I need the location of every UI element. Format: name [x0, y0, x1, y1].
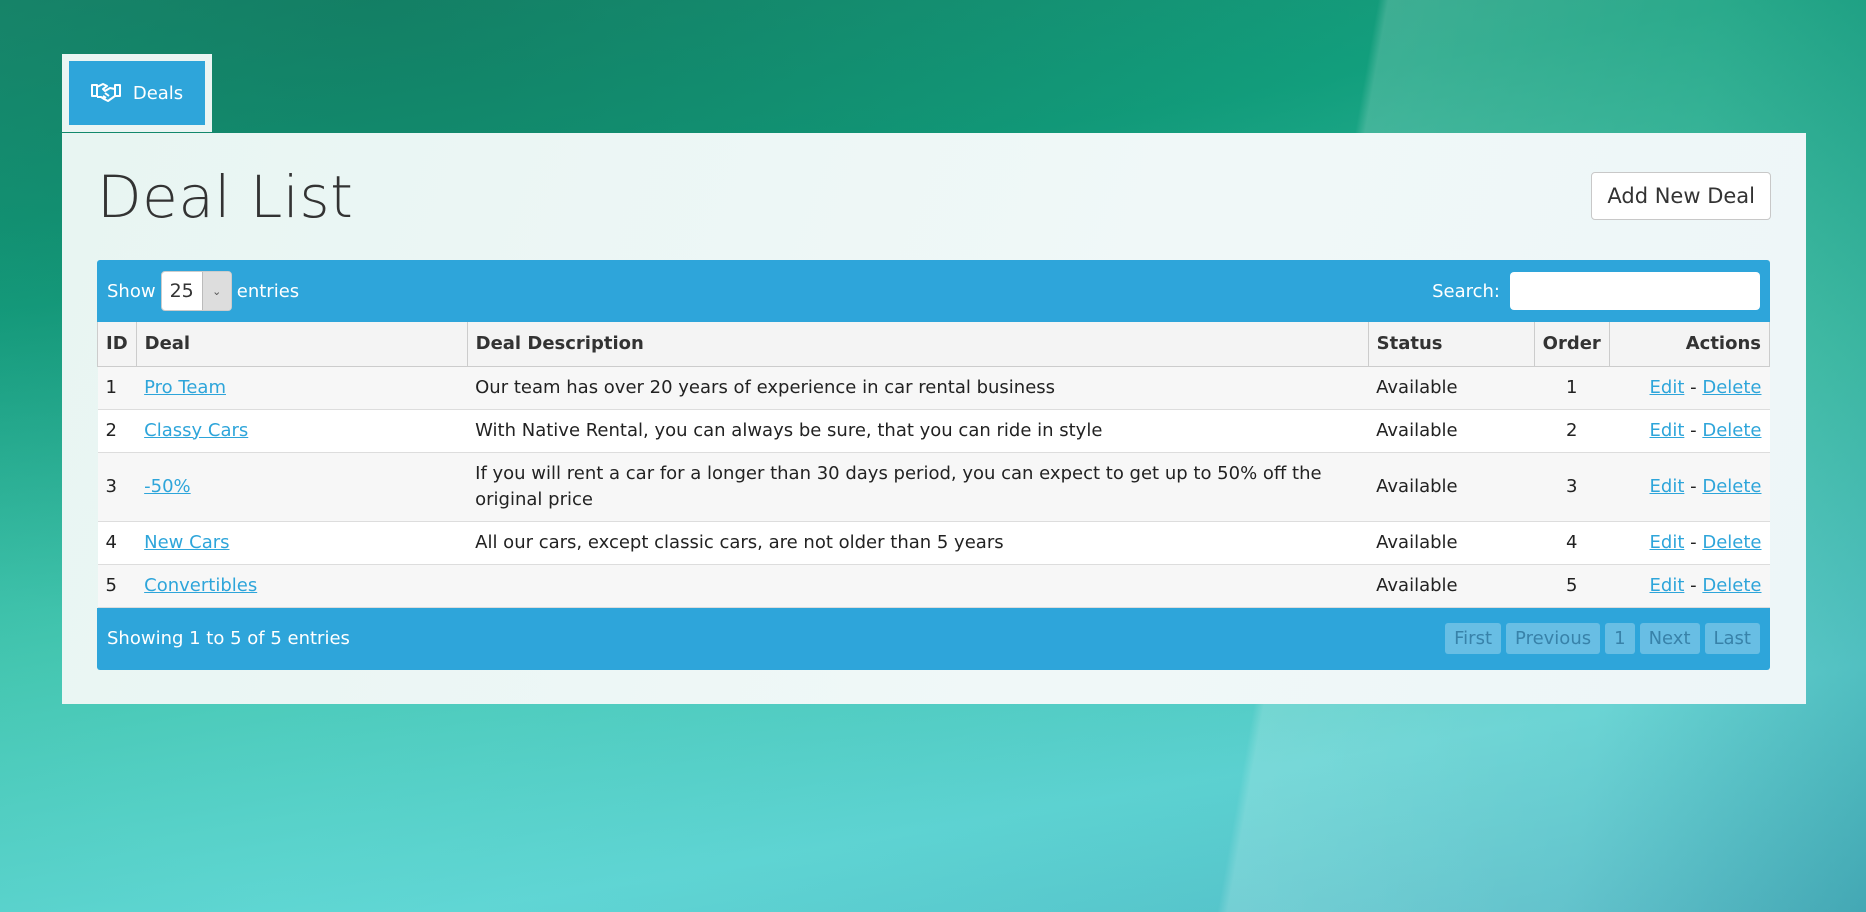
cell-actions: Edit - Delete	[1609, 366, 1770, 410]
cell-description: Our team has over 20 years of experience…	[467, 366, 1369, 410]
pagination-first[interactable]: First	[1445, 623, 1502, 654]
cell-order: 1	[1534, 366, 1610, 410]
column-header-deal[interactable]: Deal	[135, 322, 468, 367]
edit-link[interactable]: Edit	[1650, 532, 1685, 553]
action-separator: -	[1690, 574, 1697, 596]
page-length-value: 25	[169, 280, 194, 302]
deals-table-wrapper: Show 25 ⌄ entries Search: ID Deal Deal D…	[97, 260, 1771, 670]
delete-link[interactable]: Delete	[1702, 377, 1761, 398]
cell-order: 5	[1534, 564, 1610, 608]
pagination-last[interactable]: Last	[1704, 623, 1760, 654]
nav-tab-container: Deals	[62, 54, 212, 132]
cell-id: 3	[97, 452, 137, 522]
chevron-down-icon: ⌄	[201, 272, 231, 310]
column-header-description[interactable]: Deal Description	[466, 322, 1369, 367]
delete-link[interactable]: Delete	[1702, 532, 1761, 553]
cell-order: 3	[1534, 452, 1610, 522]
page-title: Deal List	[97, 163, 354, 231]
cell-id: 1	[97, 366, 137, 410]
edit-link[interactable]: Edit	[1650, 377, 1685, 398]
delete-link[interactable]: Delete	[1702, 476, 1761, 497]
delete-link[interactable]: Delete	[1702, 575, 1761, 596]
page-length-control: Show 25 ⌄ entries	[107, 271, 299, 311]
cell-status: Available	[1368, 564, 1535, 608]
show-label: Show	[107, 280, 156, 302]
cell-status: Available	[1368, 452, 1535, 522]
action-separator: -	[1690, 419, 1697, 441]
deal-link[interactable]: Pro Team	[144, 377, 226, 398]
table-row: 2 Classy Cars With Native Rental, you ca…	[97, 409, 1770, 453]
cell-id: 2	[97, 409, 137, 453]
deal-link[interactable]: New Cars	[144, 532, 229, 553]
cell-order: 2	[1534, 409, 1610, 453]
delete-link[interactable]: Delete	[1702, 420, 1761, 441]
cell-order: 4	[1534, 521, 1610, 565]
action-separator: -	[1690, 475, 1697, 497]
table-info: Showing 1 to 5 of 5 entries	[107, 628, 350, 649]
column-header-order[interactable]: Order	[1533, 322, 1610, 367]
cell-actions: Edit - Delete	[1609, 521, 1770, 565]
table-header-row: ID Deal Deal Description Status Order Ac…	[97, 322, 1771, 367]
pagination-previous[interactable]: Previous	[1506, 623, 1601, 654]
pagination: First Previous 1 Next Last	[1445, 623, 1760, 654]
deals-table: ID Deal Deal Description Status Order Ac…	[97, 322, 1771, 608]
cell-description: If you will rent a car for a longer than…	[467, 452, 1369, 522]
column-header-actions: Actions	[1608, 322, 1771, 367]
cell-id: 5	[97, 564, 137, 608]
cell-id: 4	[97, 521, 137, 565]
add-new-deal-button[interactable]: Add New Deal	[1591, 172, 1771, 220]
edit-link[interactable]: Edit	[1650, 575, 1685, 596]
cell-description: With Native Rental, you can always be su…	[467, 409, 1369, 453]
table-controls: Show 25 ⌄ entries Search:	[97, 260, 1770, 322]
table-row: 5 Convertibles Available 5 Edit - Delete	[97, 564, 1770, 608]
pagination-page-1[interactable]: 1	[1605, 623, 1635, 654]
cell-actions: Edit - Delete	[1609, 452, 1770, 522]
nav-tab-deals[interactable]: Deals	[69, 61, 205, 125]
column-header-status[interactable]: Status	[1367, 322, 1535, 367]
main-panel: Deal List Add New Deal Show 25 ⌄ entries…	[62, 133, 1806, 704]
table-row: 1 Pro Team Our team has over 20 years of…	[97, 366, 1770, 410]
cell-description: All our cars, except classic cars, are n…	[467, 521, 1369, 565]
column-header-id[interactable]: ID	[97, 322, 137, 367]
cell-actions: Edit - Delete	[1609, 564, 1770, 608]
edit-link[interactable]: Edit	[1650, 476, 1685, 497]
cell-actions: Edit - Delete	[1609, 409, 1770, 453]
action-separator: -	[1690, 531, 1697, 553]
search-input[interactable]	[1510, 272, 1760, 310]
deal-link[interactable]: Classy Cars	[144, 420, 248, 441]
deal-link[interactable]: Convertibles	[144, 575, 257, 596]
table-row: 3 -50% If you will rent a car for a long…	[97, 452, 1770, 522]
nav-tab-label: Deals	[132, 82, 184, 104]
search-control: Search:	[1432, 272, 1760, 310]
deal-link[interactable]: -50%	[144, 476, 191, 497]
handshake-icon	[90, 80, 121, 107]
action-separator: -	[1690, 376, 1697, 398]
edit-link[interactable]: Edit	[1650, 420, 1685, 441]
cell-status: Available	[1368, 366, 1535, 410]
cell-description	[467, 564, 1369, 608]
cell-status: Available	[1368, 521, 1535, 565]
table-row: 4 New Cars All our cars, except classic …	[97, 521, 1770, 565]
cell-status: Available	[1368, 409, 1535, 453]
page-length-select[interactable]: 25 ⌄	[160, 271, 232, 311]
entries-label: entries	[236, 280, 300, 302]
table-footer: Showing 1 to 5 of 5 entries First Previo…	[97, 607, 1770, 670]
pagination-next[interactable]: Next	[1639, 623, 1700, 654]
search-label: Search:	[1432, 280, 1500, 302]
